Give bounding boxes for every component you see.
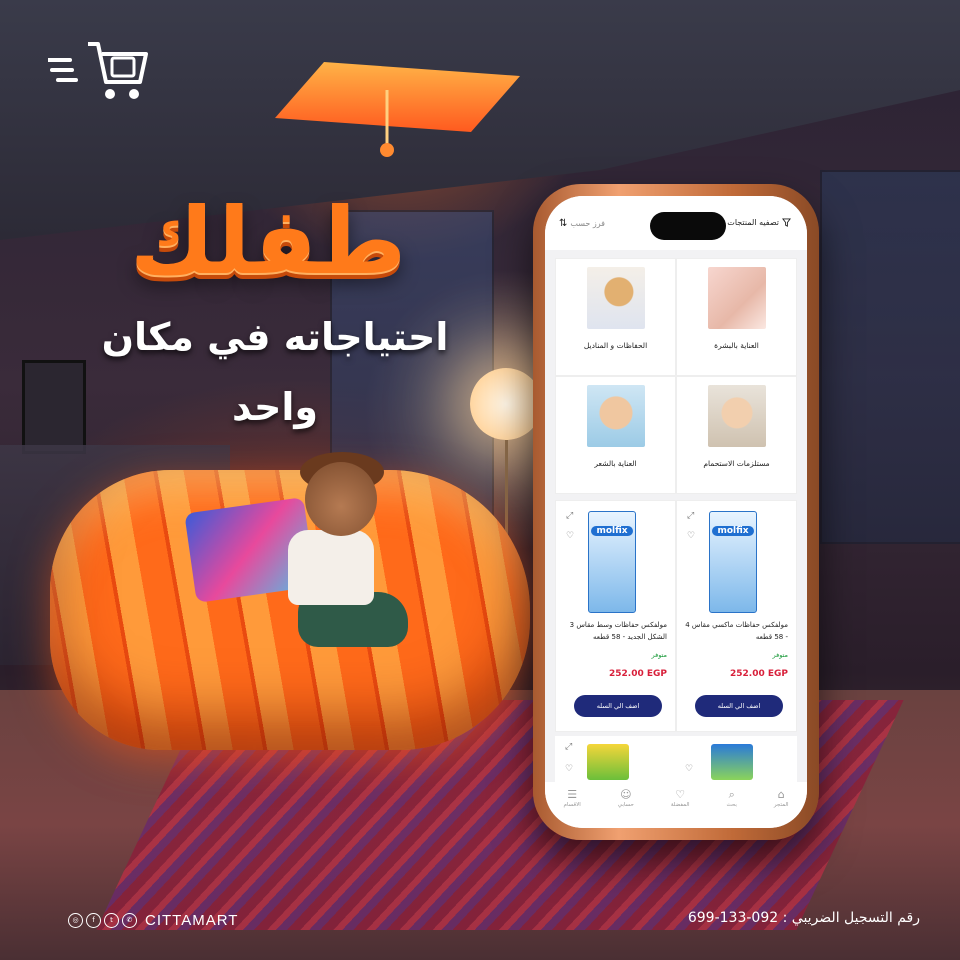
category-label: الحفاظات و المناديل xyxy=(583,341,648,350)
nav-label: المتجر xyxy=(773,802,789,808)
pendant-light xyxy=(380,90,394,157)
stock-status: متوفر xyxy=(772,651,789,659)
instagram-icon[interactable]: ◎ xyxy=(68,913,83,928)
floor-lamp xyxy=(470,368,542,440)
product-card[interactable]: ⤢ ♡ molfix مولفكس حفاظات وسط مقاس 3 الشك… xyxy=(555,500,676,732)
category-label: مستلزمات الاستحمام xyxy=(703,459,770,468)
category-diapers[interactable]: الحفاظات و المناديل xyxy=(555,258,676,376)
add-to-cart-button[interactable]: اضف الي السله xyxy=(695,695,783,717)
filter-button[interactable]: تصفيه المنتجات xyxy=(727,218,791,227)
headline-subtitle: احتياجاته في مكان واحد xyxy=(101,315,449,429)
headline-title: طفلك xyxy=(129,188,407,295)
product-price: 252.00 EGP xyxy=(609,669,667,679)
store-icon: ⌂ xyxy=(777,788,785,801)
filter-label: تصفيه المنتجات xyxy=(727,218,779,227)
expand-icon[interactable]: ⤢ xyxy=(687,511,694,521)
category-label: العناية بالشعر xyxy=(594,459,637,468)
nav-label: حسابي xyxy=(617,802,634,808)
sort-button[interactable]: فرز حسب ⇅ xyxy=(559,218,605,229)
stock-status: متوفر xyxy=(651,651,668,659)
category-bath[interactable]: مستلزمات الاستحمام xyxy=(676,376,797,494)
product-row-next: ⤢ ♡ ♡ xyxy=(555,736,797,782)
heart-icon[interactable]: ♡ xyxy=(685,764,693,774)
footer-social: ◎ f t ✆ CITTAMART xyxy=(68,912,238,929)
nav-favorites[interactable]: ♡ المفضلة xyxy=(671,788,690,808)
nav-label: المفضلة xyxy=(670,802,690,808)
category-image-bath xyxy=(707,385,766,447)
category-image-skincare xyxy=(707,267,766,329)
product-image: molfix xyxy=(588,511,636,613)
heart-icon: ♡ xyxy=(675,788,686,801)
sort-label: فرز حسب xyxy=(570,219,605,228)
category-image-diapers xyxy=(586,267,645,329)
bottom-navigation: ⌂ المتجر ⌕ بحث ♡ المفضلة ☺ حسابي ☰ الاقس… xyxy=(545,782,807,828)
nav-label: الاقسام xyxy=(563,802,581,808)
dynamic-island xyxy=(650,212,726,240)
expand-icon[interactable]: ⤢ xyxy=(566,511,573,521)
search-icon: ⌕ xyxy=(728,788,735,801)
category-haircare[interactable]: العناية بالشعر xyxy=(555,376,676,494)
category-skincare[interactable]: العناية بالبشرة xyxy=(676,258,797,376)
category-grid: الحفاظات و المناديل العناية بالبشرة العن… xyxy=(555,258,797,494)
menu-icon: ☰ xyxy=(567,788,578,801)
baby-head xyxy=(305,462,377,536)
product-brand: molfix xyxy=(712,526,754,536)
baby-body xyxy=(288,530,374,605)
product-brand: molfix xyxy=(591,526,633,536)
nav-categories[interactable]: ☰ الاقسام xyxy=(564,788,581,808)
user-icon: ☺ xyxy=(620,788,632,801)
product-card[interactable]: ⤢ ♡ molfix مولفكس حفاظات ماكسي مقاس 4 - … xyxy=(676,500,797,732)
product-grid: ⤢ ♡ molfix مولفكس حفاظات وسط مقاس 3 الشك… xyxy=(555,500,797,732)
nav-search[interactable]: ⌕ بحث xyxy=(726,788,736,808)
category-image-haircare xyxy=(586,385,645,447)
sort-arrows-icon: ⇅ xyxy=(559,218,568,229)
nav-store[interactable]: ⌂ المتجر xyxy=(774,788,789,808)
phone-screen: تصفيه المنتجات فرز حسب ⇅ الحفاظات و المن… xyxy=(545,196,807,828)
expand-icon[interactable]: ⤢ xyxy=(565,742,572,752)
phone-mockup: تصفيه المنتجات فرز حسب ⇅ الحفاظات و المن… xyxy=(533,184,819,840)
twitter-icon[interactable]: t xyxy=(104,913,119,928)
nav-account[interactable]: ☺ حسابي xyxy=(618,788,634,808)
whatsapp-icon[interactable]: ✆ xyxy=(122,913,137,928)
window-right xyxy=(820,170,960,544)
product-name: مولفكس حفاظات وسط مقاس 3 الشكل الجديد - … xyxy=(569,621,667,641)
heart-icon[interactable]: ♡ xyxy=(687,531,695,541)
heart-icon[interactable]: ♡ xyxy=(566,531,574,541)
product-image xyxy=(711,744,753,780)
add-to-cart-button[interactable]: اضف الي السله xyxy=(574,695,662,717)
brand-name: CITTAMART xyxy=(145,912,239,929)
tax-registration: رقم التسجيل الضريبي : 092-133-699 xyxy=(687,910,920,926)
product-image: molfix xyxy=(709,511,757,613)
product-name: مولفكس حفاظات ماكسي مقاس 4 - 58 قطعه xyxy=(685,621,788,641)
facebook-icon[interactable]: f xyxy=(86,913,101,928)
cart-logo-icon xyxy=(48,42,148,99)
heart-icon[interactable]: ♡ xyxy=(565,764,573,774)
nav-label: بحث xyxy=(726,802,737,808)
product-price: 252.00 EGP xyxy=(730,669,788,679)
filter-icon xyxy=(782,218,791,227)
wall-picture xyxy=(22,360,86,454)
product-image xyxy=(587,744,629,780)
category-label: العناية بالبشرة xyxy=(714,341,759,350)
